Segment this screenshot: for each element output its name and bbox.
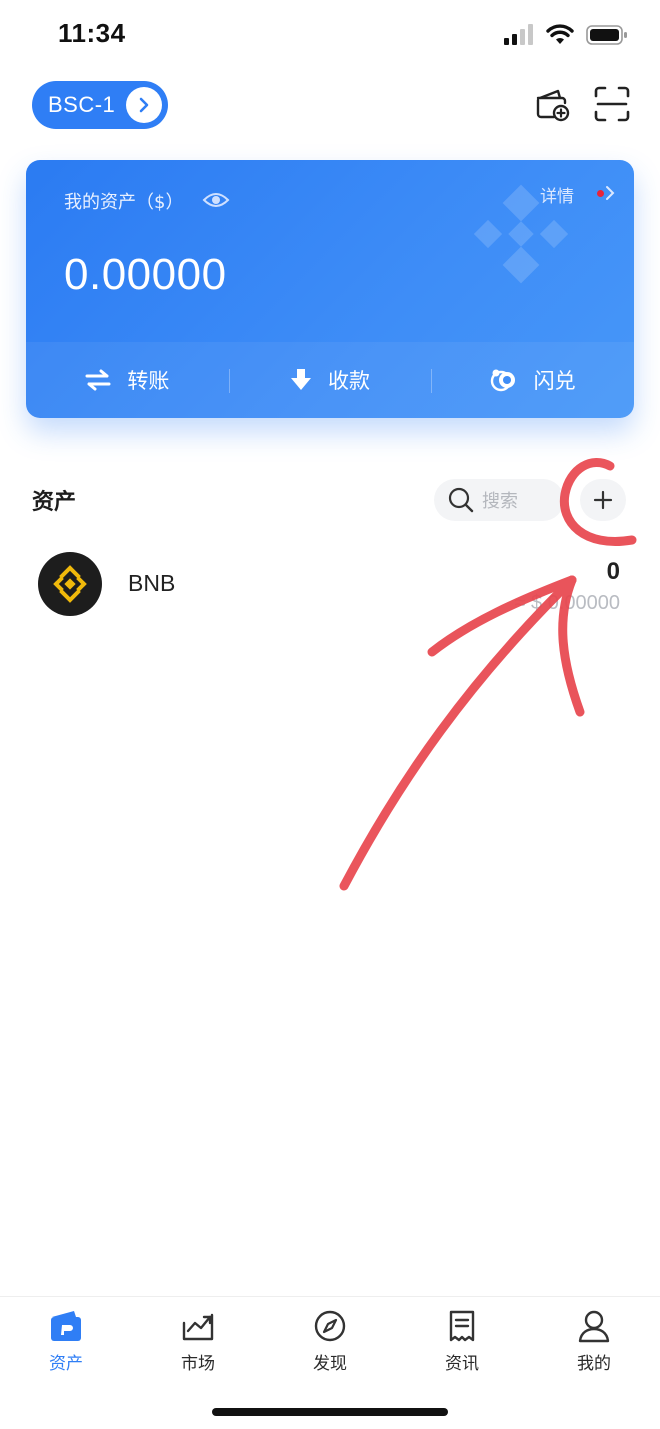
tab-label-news: 资讯 xyxy=(445,1354,479,1374)
battery-icon xyxy=(586,25,627,45)
transfer-button[interactable]: 转账 xyxy=(26,365,229,395)
detail-link[interactable]: 详情 xyxy=(540,182,574,207)
chevron-right-icon xyxy=(606,186,615,200)
eye-icon[interactable] xyxy=(202,190,230,210)
search-placeholder: 搜索 xyxy=(482,491,518,512)
chevron-right-icon xyxy=(126,87,162,123)
swap-icon xyxy=(490,369,515,392)
token-row-bnb[interactable]: BNB 0 ≈ $ 0.00000 xyxy=(0,548,660,628)
search-icon xyxy=(448,487,474,513)
plus-icon xyxy=(593,490,613,510)
tab-market[interactable]: 市场 xyxy=(132,1297,264,1396)
swap-button[interactable]: 闪兑 xyxy=(431,365,634,395)
scan-icon[interactable] xyxy=(592,84,632,124)
token-fiat-value: ≈ $ 0.00000 xyxy=(514,592,620,614)
news-icon xyxy=(449,1310,475,1342)
add-wallet-icon[interactable] xyxy=(532,84,572,124)
wallet-icon xyxy=(51,1311,81,1341)
compass-icon xyxy=(314,1310,346,1342)
cellular-signal-icon xyxy=(504,24,533,45)
add-token-button[interactable] xyxy=(580,479,626,521)
tab-label-market: 市场 xyxy=(181,1354,215,1374)
network-label: BSC-1 xyxy=(48,92,116,117)
bnb-logo-icon xyxy=(38,552,102,616)
asset-search-input[interactable]: 搜索 xyxy=(434,479,564,521)
card-actions: 转账 收款 闪兑 xyxy=(26,342,634,418)
receive-label: 收款 xyxy=(328,369,370,393)
home-indicator xyxy=(212,1408,448,1416)
tab-discover[interactable]: 发现 xyxy=(264,1297,396,1396)
tab-label-profile: 我的 xyxy=(577,1354,611,1374)
tab-news[interactable]: 资讯 xyxy=(396,1297,528,1396)
token-amount: 0 xyxy=(606,558,620,585)
bottom-tab-bar: 资产 市场 发现 资讯 我的 xyxy=(0,1296,660,1396)
status-time: 11:34 xyxy=(58,18,126,48)
network-selector[interactable]: BSC-1 xyxy=(32,81,168,129)
transfer-icon xyxy=(85,369,111,391)
total-assets-label: 我的资产（$） xyxy=(64,192,184,213)
receive-button[interactable]: 收款 xyxy=(228,365,432,395)
total-balance: 0.00000 xyxy=(64,250,227,299)
asset-card: 我的资产（$） 详情 0.00000 转账 收款 闪兑 xyxy=(26,160,634,418)
token-name: BNB xyxy=(128,570,176,596)
assets-section-title: 资产 xyxy=(32,490,77,515)
wifi-icon xyxy=(546,24,574,44)
status-icons xyxy=(504,24,628,46)
tab-assets[interactable]: 资产 xyxy=(0,1297,132,1396)
market-chart-icon xyxy=(182,1313,214,1341)
status-bar: 11:34 xyxy=(0,0,660,72)
tab-label-discover: 发现 xyxy=(313,1354,347,1374)
profile-icon xyxy=(578,1310,610,1343)
tab-label-assets: 资产 xyxy=(49,1354,83,1374)
swap-label: 闪兑 xyxy=(533,369,576,393)
transfer-label: 转账 xyxy=(127,369,170,393)
tab-profile[interactable]: 我的 xyxy=(528,1297,660,1396)
notification-dot xyxy=(597,190,604,197)
receive-icon xyxy=(291,369,311,390)
